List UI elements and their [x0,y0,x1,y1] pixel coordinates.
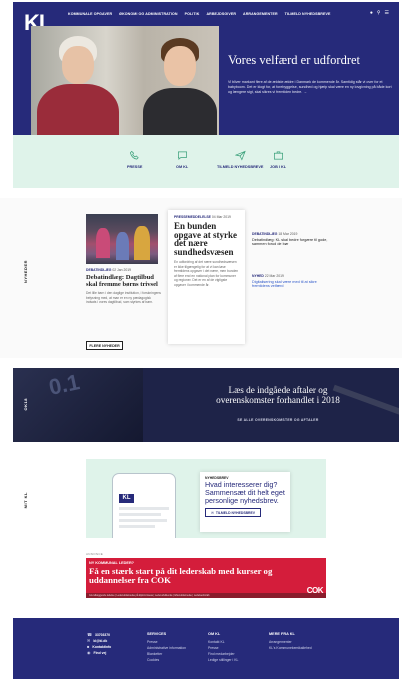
more-news-button[interactable]: FLERE NYHEDER [86,341,123,350]
footer: ☎ 33703370 ✉ kl@kl.dk ■ Kontaktinfo ◉ Find v… [13,618,399,679]
hero: KL KOMMUNALE OPGAVER ØKONOMI OG ADMINIST… [13,2,399,135]
mail-icon: ✉ [210,510,214,515]
news-article-left[interactable]: DEBATINDLÆG 02 Jan 2019 Debatindlæg: Dag… [86,268,162,305]
nav-tilmeld-nyhedsbreve[interactable]: TILMELD NYHEDSBREVE [285,12,331,16]
phone-icon [130,150,139,160]
footer-col-om-kl: OM KL Kontakt KL Presse Find medarbejder… [208,632,239,662]
newsletter-signup-button[interactable]: ✉ TILMELD NYHEDSBREV [205,508,261,518]
footer-find-vej[interactable]: ◉ Find vej [87,650,111,656]
quick-links: PRESSE OM KL TILMELD NYHEDSBREVE JOB I K… [13,135,399,188]
quick-link-om-kl[interactable]: OM KL [176,150,188,169]
footer-col-services: SERVICES Presse Administrative informati… [147,632,187,662]
hero-title: Vores velfærd er udfordret [228,53,361,67]
quick-link-presse[interactable]: PRESSE [127,150,142,169]
chat-icon [177,151,187,160]
main-nav: KOMMUNALE OPGAVER ØKONOMI OG ADMINISTRAT… [68,12,331,16]
mit-kl-side-label: MIT KL [23,492,28,509]
cok-banner[interactable]: NY KOMMUNAL LEDER? Få en stærk start på … [86,558,326,598]
hero-photo [31,26,219,135]
arrow-right-icon[interactable]: → [303,90,307,94]
agreements-link[interactable]: SE ALLE OVERENSKOMSTER OG AFTALER [213,418,343,422]
banner-title: Få en stærk start på dit lederskab med k… [89,566,273,585]
nav-arrangementer[interactable]: ARRANGEMENTER [243,12,278,16]
news-item-right-1[interactable]: DEBATINDLÆG 18 Mar 2019 Debatindlæg: KL … [252,232,332,247]
footer-col-mere-fra-kl: MERE FRA KL Arrangementer KL's Kommuneke… [269,632,312,650]
newsletter-title: Hvad interesserer dig? Sammensæt dit hel… [205,480,285,505]
featured-title[interactable]: En bunden opgave at styrke det nære sund… [174,222,239,257]
nav-icons: ● ⚲ ☰ [370,10,389,16]
hero-text: Vi bliver markant flere af de ældste æld… [228,80,392,94]
map-pin-icon: ◉ [87,650,91,655]
news-section: NYHEDER DEBATINDLÆG 02 Jan 2019 Debatind… [0,198,402,358]
send-icon [234,150,246,161]
newsletter-card: NYHEDSBREV Hvad interesserer dig? Sammen… [200,472,290,532]
news-featured-card[interactable]: PRESSEMEDDELELSE 04 Mar 2019 En bunden o… [168,210,245,344]
nav-politik[interactable]: POLITIK [185,12,200,16]
news-item-right-2[interactable]: NYHED 22 Mar 2019 Digitalisering skal væ… [252,274,332,289]
ok18-side-label: OK18 [23,398,28,411]
ad-label: ANNONCE [86,552,104,556]
news-article-title[interactable]: Debatindlæg: Dagtilbud skal fremme børns… [86,274,162,288]
quick-link-job[interactable]: JOB I KL [270,150,286,169]
quick-link-tilmeld[interactable]: TILMELD NYHEDSBREVE [217,150,263,169]
menu-icon[interactable]: ☰ [385,10,389,16]
nav-kommunale-opgaver[interactable]: KOMMUNALE OPGAVER [68,12,112,16]
search-icon[interactable]: ⚲ [377,10,381,16]
user-icon[interactable]: ● [370,10,373,16]
news-image[interactable] [86,214,158,264]
briefcase-icon [273,151,283,160]
banner-strip: Grundlæggende ledelse | Lederuddannelse … [86,593,326,598]
nav-arbejdsgiver[interactable]: ARBEJDSGIVER [206,12,236,16]
news-side-label: NYHEDER [23,260,28,284]
nav-okonomi[interactable]: ØKONOMI OG ADMINISTRATION [119,12,177,16]
newsletter-section: KL NYHEDSBREV Hvad interesserer dig? Sam… [86,459,326,538]
footer-contact: ☎ 33703370 ✉ kl@kl.dk ■ Kontaktinfo ◉ Find v… [87,632,111,656]
agreements-banner[interactable]: 0.1 Læs de indgåede aftaler og overensko… [13,368,399,442]
phone-illustration: KL [112,473,176,538]
agreements-title: Læs de indgåede aftaler og overenskomste… [216,385,340,405]
